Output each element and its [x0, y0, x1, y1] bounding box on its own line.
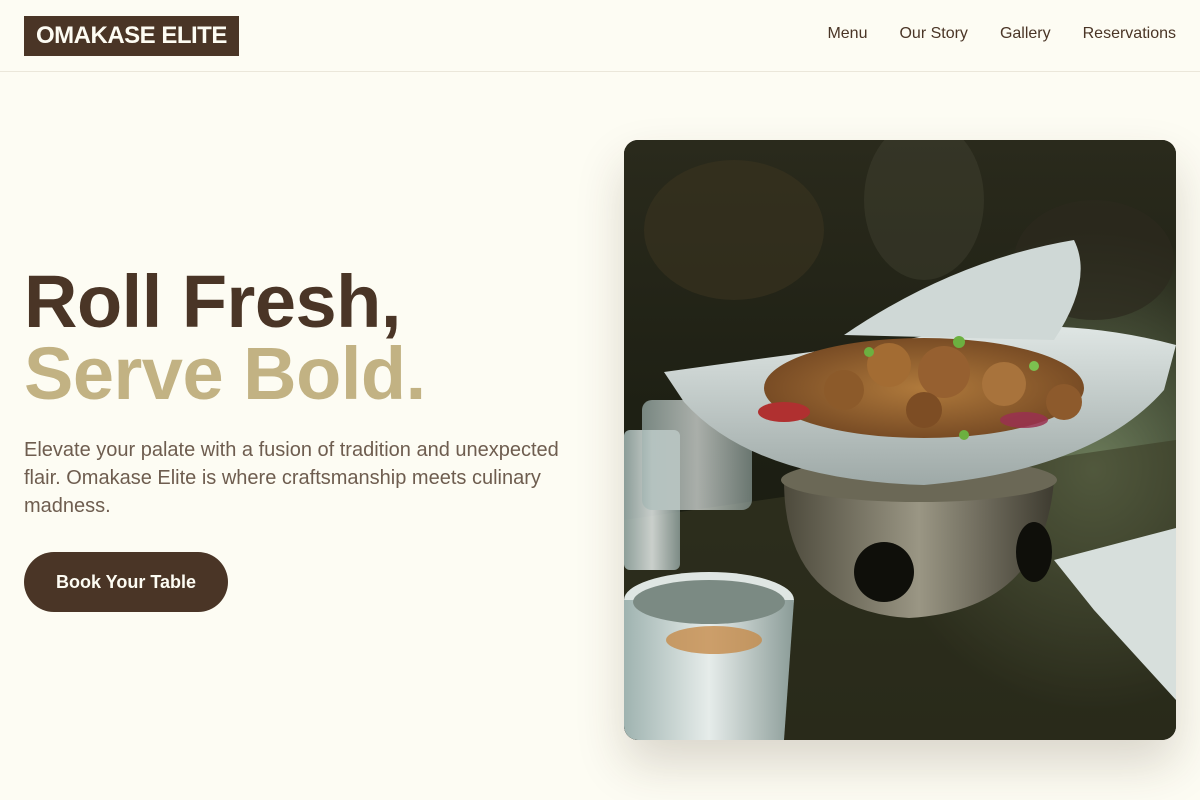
nav-link-our-story[interactable]: Our Story: [899, 24, 967, 44]
food-dish-illustration: [624, 140, 1176, 740]
hero-headline-line-1: Roll Fresh,: [24, 260, 401, 343]
main-nav: Menu Our Story Gallery Reservations: [827, 24, 1176, 44]
book-table-button[interactable]: Book Your Table: [24, 552, 228, 612]
hero-description: Elevate your palate with a fusion of tra…: [24, 439, 559, 517]
hero-headline: Roll Fresh, Serve Bold.: [24, 260, 426, 415]
nav-link-gallery[interactable]: Gallery: [1000, 24, 1051, 44]
hero-headline-line-2: Serve Bold.: [24, 332, 426, 415]
nav-link-menu[interactable]: Menu: [827, 24, 867, 44]
site-header: OMAKASE ELITE Menu Our Story Gallery Res…: [0, 0, 1200, 72]
nav-link-reservations[interactable]: Reservations: [1083, 24, 1176, 44]
brand-logo[interactable]: OMAKASE ELITE: [24, 16, 239, 56]
hero-food-photo: [624, 140, 1176, 740]
